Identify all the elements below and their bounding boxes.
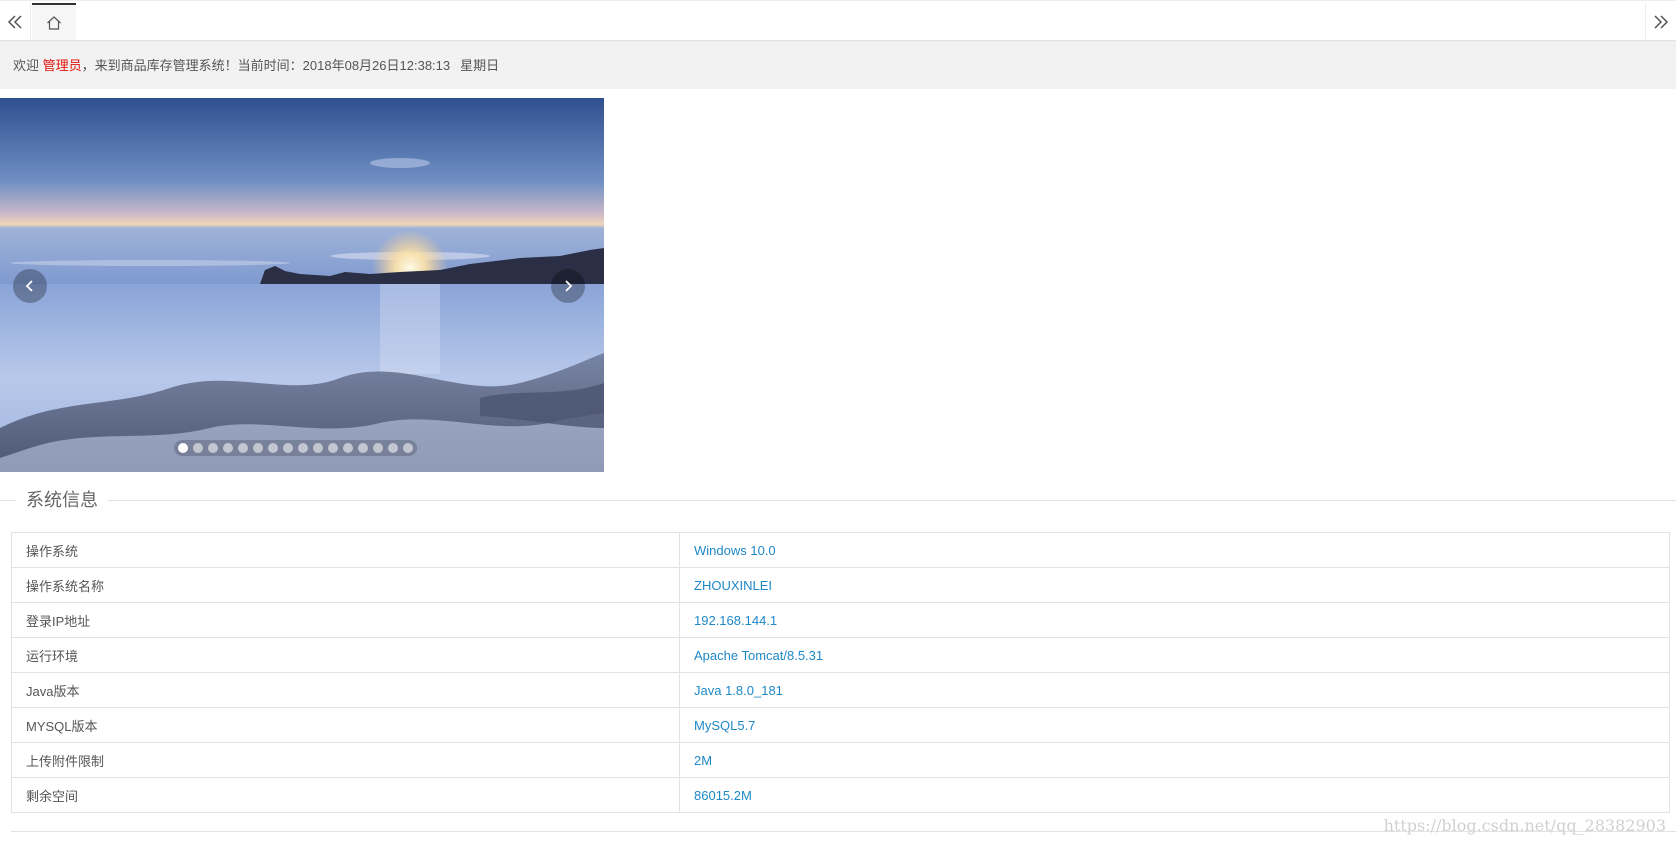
- carousel-dot[interactable]: [253, 443, 263, 453]
- carousel-dot[interactable]: [238, 443, 248, 453]
- double-chevron-left-icon: [7, 14, 22, 29]
- carousel-slide-image: [0, 98, 604, 472]
- table-row: MYSQL版本 MySQL5.7: [11, 707, 1670, 743]
- info-key: Java版本: [11, 672, 680, 708]
- current-weekday: 星期日: [460, 58, 500, 73]
- tab-bar: [0, 0, 1676, 41]
- info-key: 操作系统名称: [11, 567, 680, 603]
- table-row: 登录IP地址 192.168.144.1: [11, 602, 1670, 638]
- carousel-indicators: [174, 440, 417, 456]
- current-datetime: 2018年08月26日12:38:13: [302, 58, 451, 73]
- carousel-dot[interactable]: [208, 443, 218, 453]
- carousel-prev-button[interactable]: [13, 269, 47, 303]
- carousel-dot[interactable]: [343, 443, 353, 453]
- info-key: 操作系统: [11, 532, 680, 568]
- info-value: Apache Tomcat/8.5.31: [679, 637, 1670, 673]
- table-row: 上传附件限制 2M: [11, 742, 1670, 778]
- image-carousel[interactable]: [0, 98, 604, 472]
- info-key: 上传附件限制: [11, 742, 680, 778]
- carousel-dot[interactable]: [178, 443, 188, 453]
- carousel-dot[interactable]: [358, 443, 368, 453]
- carousel-dot[interactable]: [403, 443, 413, 453]
- info-value: 86015.2M: [679, 777, 1670, 813]
- table-row: 操作系统 Windows 10.0: [11, 532, 1670, 568]
- system-info-title: 系统信息: [16, 486, 108, 514]
- info-key: 登录IP地址: [11, 602, 680, 638]
- carousel-dot[interactable]: [283, 443, 293, 453]
- info-value: Java 1.8.0_181: [679, 672, 1670, 708]
- carousel-dot[interactable]: [373, 443, 383, 453]
- tab-scroll-right-button[interactable]: [1645, 3, 1676, 40]
- carousel-next-button[interactable]: [551, 269, 585, 303]
- double-chevron-right-icon: [1654, 14, 1669, 29]
- carousel-dot[interactable]: [388, 443, 398, 453]
- info-key: 剩余空间: [11, 777, 680, 813]
- info-value: MySQL5.7: [679, 707, 1670, 743]
- welcome-message: ，来到商品库存管理系统！当前时间：: [81, 58, 303, 73]
- info-key: 运行环境: [11, 637, 680, 673]
- tab-home[interactable]: [32, 3, 76, 40]
- carousel-dot[interactable]: [268, 443, 278, 453]
- fieldset-border: [0, 500, 1676, 501]
- welcome-prefix: 欢迎: [13, 58, 40, 73]
- info-value: 192.168.144.1: [679, 602, 1670, 638]
- table-row: Java版本 Java 1.8.0_181: [11, 672, 1670, 708]
- info-value: ZHOUXINLEI: [679, 567, 1670, 603]
- carousel-dot[interactable]: [313, 443, 323, 453]
- watermark-text: https://blog.csdn.net/qq_28382903: [1383, 816, 1666, 835]
- carousel-dot[interactable]: [223, 443, 233, 453]
- table-row: 运行环境 Apache Tomcat/8.5.31: [11, 637, 1670, 673]
- welcome-bar: 欢迎 管理员，来到商品库存管理系统！当前时间：2018年08月26日12:38:…: [0, 42, 1676, 89]
- table-row: 操作系统名称 ZHOUXINLEI: [11, 567, 1670, 603]
- carousel-dot[interactable]: [193, 443, 203, 453]
- chevron-right-icon: [565, 280, 573, 292]
- info-key: MYSQL版本: [11, 707, 680, 743]
- info-value: Windows 10.0: [679, 532, 1670, 568]
- welcome-user: 管理员: [42, 58, 82, 73]
- carousel-dot[interactable]: [298, 443, 308, 453]
- info-value: 2M: [679, 742, 1670, 778]
- carousel-dot[interactable]: [328, 443, 338, 453]
- table-row: 剩余空间 86015.2M: [11, 777, 1670, 813]
- system-info-table: 操作系统 Windows 10.0 操作系统名称 ZHOUXINLEI 登录IP…: [11, 532, 1670, 813]
- chevron-left-icon: [25, 280, 33, 292]
- home-icon: [47, 15, 61, 30]
- tab-scroll-left-button[interactable]: [0, 3, 31, 40]
